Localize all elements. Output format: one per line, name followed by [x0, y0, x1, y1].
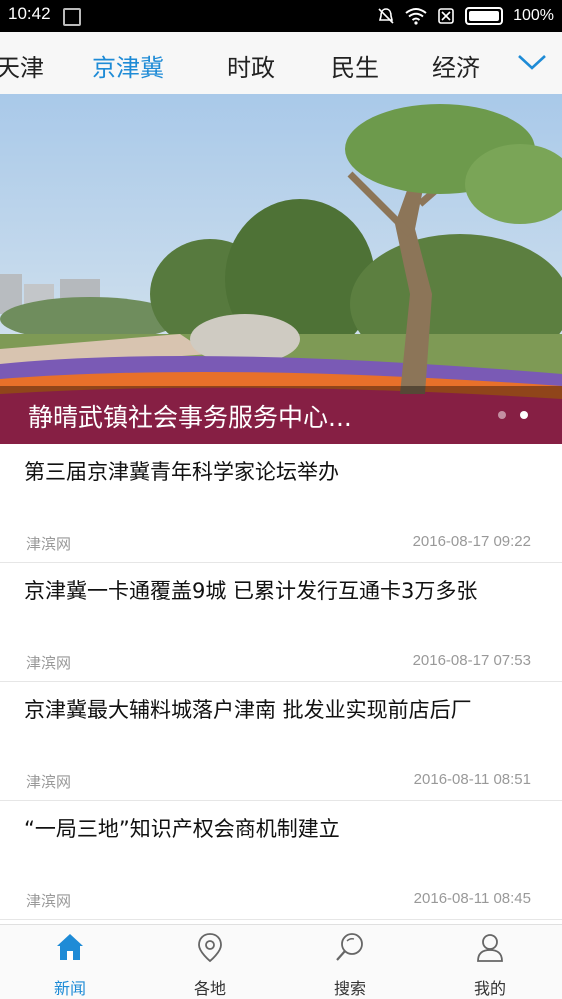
- clock: 10:42: [8, 4, 51, 23]
- nav-mine[interactable]: 我的: [420, 925, 560, 999]
- news-date: 2016-08-11 08:51: [413, 771, 531, 788]
- home-icon: [57, 934, 83, 960]
- nav-label: 新闻: [53, 979, 86, 998]
- news-source: 津滨网: [26, 773, 72, 791]
- chevron-down-icon[interactable]: [516, 50, 548, 74]
- tab-tianjin[interactable]: 天津: [0, 48, 44, 83]
- location-pin-icon: [198, 933, 222, 963]
- news-item[interactable]: “一局三地”知识产权会商机制建立 津滨网 2016-08-11 08:45: [0, 801, 562, 920]
- tab-jingjinji[interactable]: 京津冀: [92, 48, 164, 83]
- category-tab-bar: 天津 京津冀 时政 民生 经济: [0, 32, 562, 94]
- bottom-navigation: 新闻 各地 搜索 我的: [0, 924, 562, 999]
- battery-icon: [465, 7, 504, 25]
- banner-caption-bar: 静晴武镇社会事务服务中心...: [0, 386, 562, 444]
- tab-minsheng[interactable]: 民生: [331, 48, 379, 83]
- carousel-dot[interactable]: [498, 411, 506, 419]
- tab-jingji[interactable]: 经济: [432, 48, 480, 83]
- tab-shizheng[interactable]: 时政: [227, 48, 275, 83]
- mute-icon: [378, 8, 394, 24]
- carousel-dot-active[interactable]: [520, 411, 528, 419]
- news-item[interactable]: 第三届京津冀青年科学家论坛举办 津滨网 2016-08-17 09:22: [0, 444, 562, 563]
- news-item[interactable]: 京津冀最大辅料城落户津南 批发业实现前店后厂 津滨网 2016-08-11 08…: [0, 682, 562, 801]
- nav-news[interactable]: 新闻: [0, 925, 140, 999]
- news-date: 2016-08-17 07:53: [412, 652, 531, 669]
- status-bar: 10:42 100%: [0, 0, 562, 32]
- nav-search[interactable]: 搜索: [280, 925, 420, 999]
- search-icon: [336, 933, 363, 961]
- user-icon: [477, 934, 503, 962]
- carousel-indicator: [498, 411, 528, 419]
- nav-label: 我的: [473, 979, 506, 998]
- news-item[interactable]: 京津冀一卡通覆盖9城 已累计发行互通卡3万多张 津滨网 2016-08-17 0…: [0, 563, 562, 682]
- news-headline: “一局三地”知识产权会商机制建立: [24, 817, 340, 841]
- nav-label: 搜索: [333, 979, 366, 998]
- status-icons: 100%: [377, 3, 554, 29]
- news-date: 2016-08-17 09:22: [412, 533, 531, 550]
- nav-label: 各地: [193, 979, 226, 998]
- banner-carousel[interactable]: 静晴武镇社会事务服务中心...: [0, 94, 562, 444]
- notification-icon: [63, 8, 81, 26]
- news-list: 第三届京津冀青年科学家论坛举办 津滨网 2016-08-17 09:22 京津冀…: [0, 444, 562, 920]
- news-headline: 京津冀最大辅料城落户津南 批发业实现前店后厂: [24, 698, 472, 722]
- banner-title: 静晴武镇社会事务服务中心...: [28, 403, 352, 432]
- news-source: 津滨网: [26, 535, 72, 553]
- nav-regions[interactable]: 各地: [140, 925, 280, 999]
- wifi-icon: [405, 8, 427, 25]
- news-source: 津滨网: [26, 654, 72, 672]
- news-date: 2016-08-11 08:45: [413, 890, 531, 907]
- news-headline: 第三届京津冀青年科学家论坛举办: [24, 460, 339, 484]
- news-source: 津滨网: [26, 892, 72, 910]
- sim-icon: [438, 8, 454, 24]
- battery-percent: 100%: [513, 7, 554, 24]
- news-headline: 京津冀一卡通覆盖9城 已累计发行互通卡3万多张: [24, 579, 478, 603]
